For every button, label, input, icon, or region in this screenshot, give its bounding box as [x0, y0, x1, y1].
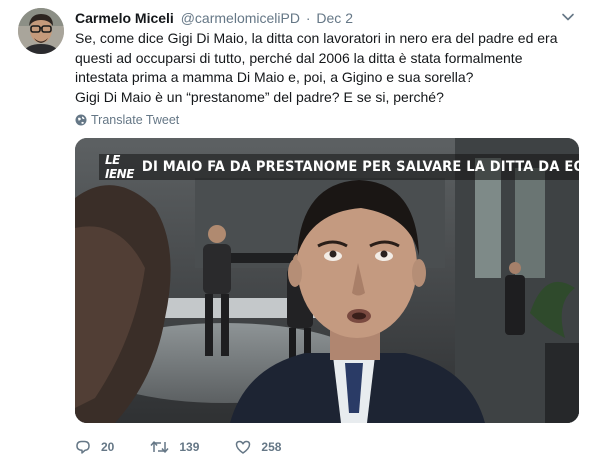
separator-dot: · [305, 10, 311, 26]
author-handle[interactable]: @carmelomiceliPD [181, 10, 300, 26]
tweet-actions: 20 139 258 [75, 437, 317, 457]
le-iene-logo: LE IENE [105, 153, 134, 181]
retweet-button[interactable]: 139 [150, 439, 199, 455]
tweet-header: Carmelo Miceli @carmelomiceliPD · Dec 2 [75, 9, 353, 29]
tweet-text: Se, come dice Gigi Di Maio, la ditta con… [75, 29, 575, 107]
translate-tweet-link[interactable]: Translate Tweet [75, 112, 179, 128]
chevron-down-icon[interactable] [561, 10, 575, 24]
tweet-media-video[interactable]: LE IENE DI MAIO FA DA PRESTANOME PER SAL… [75, 138, 579, 423]
tweet: Carmelo Miceli @carmelomiceliPD · Dec 2 … [0, 0, 589, 457]
reply-icon [76, 440, 90, 454]
heart-icon [236, 440, 251, 454]
retweet-count: 139 [179, 440, 200, 454]
tweet-text-paragraph: Se, come dice Gigi Di Maio, la ditta con… [75, 30, 558, 86]
reply-button[interactable]: 20 [75, 439, 114, 455]
video-headline: DI MAIO FA DA PRESTANOME PER SALVARE LA … [141, 159, 579, 175]
video-frame [75, 138, 579, 423]
like-count: 258 [261, 440, 282, 454]
avatar[interactable] [18, 8, 64, 54]
video-banner: LE IENE DI MAIO FA DA PRESTANOME PER SAL… [99, 153, 579, 181]
tweet-date[interactable]: Dec 2 [316, 10, 353, 26]
author-name[interactable]: Carmelo Miceli [75, 10, 174, 26]
tweet-text-paragraph: Gigi Di Maio è un “prestanome” del padre… [75, 88, 444, 105]
translate-label: Translate Tweet [91, 113, 180, 127]
reply-count: 20 [101, 440, 115, 454]
like-button[interactable]: 258 [235, 439, 281, 455]
globe-icon [75, 114, 87, 126]
retweet-icon [150, 441, 169, 453]
